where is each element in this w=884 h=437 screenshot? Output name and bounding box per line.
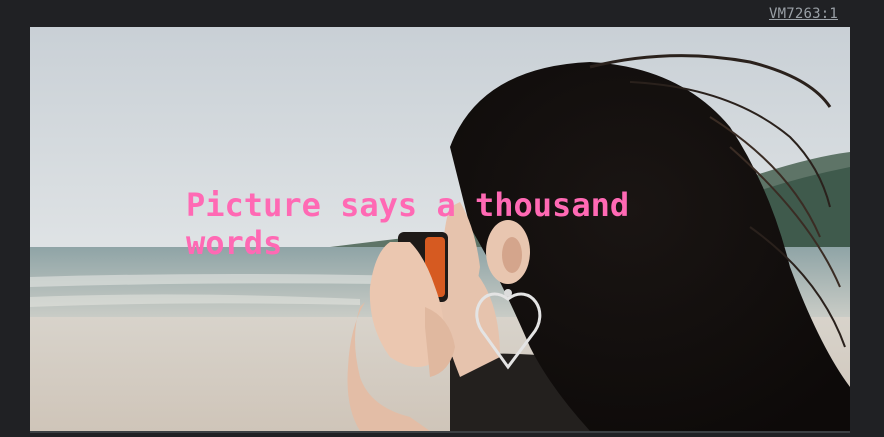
console-panel: VM7263:1 Picture says a thousand words: [0, 0, 884, 437]
image-bottom-border: [30, 431, 850, 433]
overlay-caption: Picture says a thousand words: [186, 186, 630, 262]
source-link[interactable]: VM7263:1: [769, 6, 838, 22]
